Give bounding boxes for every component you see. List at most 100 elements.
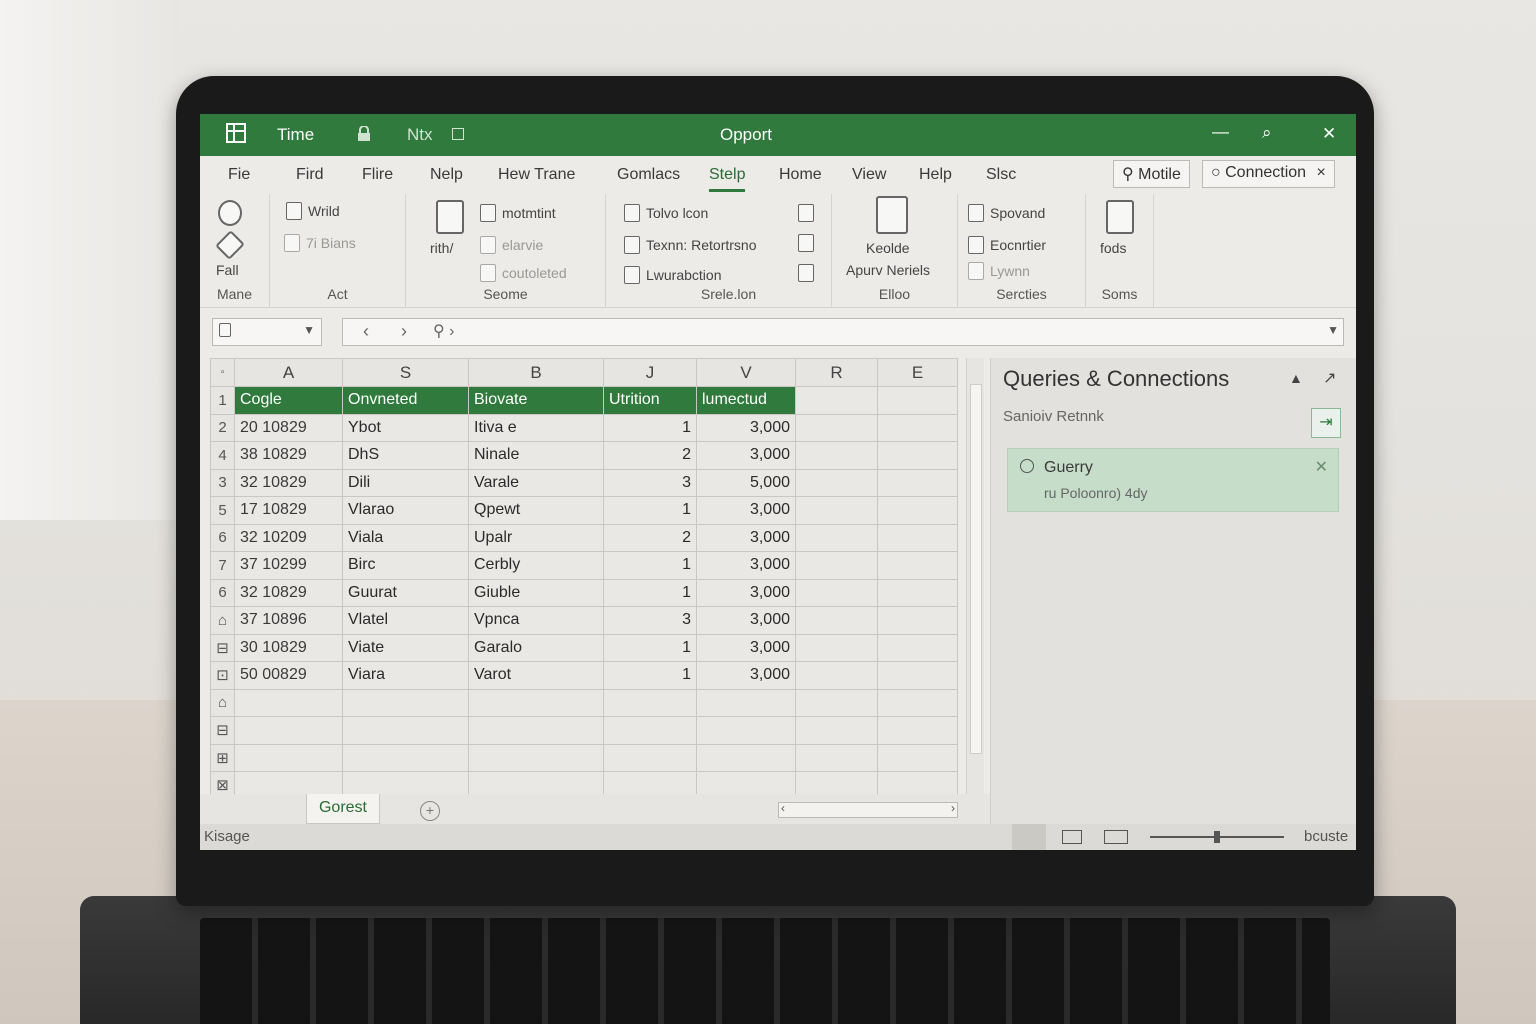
table-cell[interactable]: 37 10896 [234, 606, 343, 635]
empty-cell[interactable] [877, 468, 958, 497]
sheet-tab[interactable]: Gorest [306, 794, 380, 824]
row-header[interactable]: 6 [210, 578, 235, 607]
empty-cell[interactable] [795, 496, 878, 525]
search-button[interactable]: ⚲ Motile [1113, 160, 1190, 188]
table-cell[interactable]: Itiva e [468, 413, 604, 442]
texnn-button[interactable]: Texnn: Retortrsno [624, 236, 757, 254]
row-header[interactable]: ⌂ [210, 606, 235, 635]
fods-button[interactable]: fods [1100, 240, 1126, 256]
function-icon[interactable]: ⚲ › [433, 321, 455, 341]
empty-cell[interactable] [877, 578, 958, 607]
table-cell[interactable]: 32 10829 [234, 578, 343, 607]
tolvo-icon-button[interactable]: Tolvo lcon [624, 204, 708, 222]
motmtint-button[interactable]: motmtint [480, 204, 556, 222]
empty-cell[interactable] [877, 743, 958, 772]
table-cell[interactable]: Dili [342, 468, 469, 497]
table-cell[interactable]: 1 [603, 413, 697, 442]
empty-cell[interactable] [877, 716, 958, 745]
column-header[interactable]: R [795, 358, 878, 387]
query-name[interactable]: Guerry [1044, 459, 1093, 477]
refresh-icon[interactable]: ⇥ [1311, 408, 1341, 438]
table-cell[interactable]: Vlarao [342, 496, 469, 525]
table-cell[interactable]: 32 10829 [234, 468, 343, 497]
tab-gomlacs[interactable]: Gomlacs [617, 166, 680, 184]
minimize-button[interactable]: — [1212, 122, 1229, 142]
page-break-icon[interactable] [1104, 830, 1128, 844]
empty-cell[interactable] [795, 661, 878, 690]
row-header[interactable]: ⊟ [210, 633, 235, 662]
header-cell[interactable]: Cogle [234, 386, 343, 415]
close-button[interactable]: ✕ [1322, 124, 1336, 144]
table-cell[interactable]: Vlatel [342, 606, 469, 635]
table-cell[interactable]: 17 10829 [234, 496, 343, 525]
collapse-icon[interactable]: ▲ [1289, 370, 1303, 386]
row-header[interactable]: ⊞ [210, 743, 235, 772]
add-sheet-icon[interactable]: + [420, 801, 440, 821]
rith-button[interactable]: rith/ [430, 240, 453, 256]
empty-cell[interactable] [795, 633, 878, 662]
table-cell[interactable]: 1 [603, 633, 697, 662]
empty-cell[interactable] [795, 441, 878, 470]
row-header[interactable]: ⊡ [210, 661, 235, 690]
header-cell[interactable]: Utrition [603, 386, 697, 415]
title-tab-ntx[interactable]: Ntx [407, 125, 433, 145]
tab-slsc[interactable]: Slsc [986, 166, 1016, 184]
table-cell[interactable]: 1 [603, 661, 697, 690]
title-tab-time[interactable]: Time [277, 125, 314, 145]
tab-view[interactable]: View [852, 166, 886, 184]
table-cell[interactable]: Birc [342, 551, 469, 580]
vertical-scrollbar[interactable] [966, 358, 984, 794]
scroll-right-icon[interactable]: › [951, 801, 955, 815]
empty-cell[interactable] [696, 688, 796, 717]
table-cell[interactable]: Vpnca [468, 606, 604, 635]
empty-cell[interactable] [342, 688, 469, 717]
table-cell[interactable]: Varale [468, 468, 604, 497]
empty-cell[interactable] [234, 688, 343, 717]
connection-close-icon[interactable]: × [1317, 164, 1326, 181]
apurv-neriels-button[interactable]: Apurv Neriels [846, 262, 930, 278]
empty-cell[interactable] [877, 441, 958, 470]
connection-button[interactable]: ○ Connection × [1202, 160, 1335, 188]
empty-cell[interactable] [696, 716, 796, 745]
row-header[interactable]: 3 [210, 468, 235, 497]
table-cell[interactable]: 3 [603, 606, 697, 635]
select-all-corner[interactable]: ▫ [210, 358, 235, 387]
table-cell[interactable]: 3,000 [696, 523, 796, 552]
horizontal-scrollbar[interactable]: ‹ › [778, 801, 958, 818]
empty-cell[interactable] [877, 688, 958, 717]
table-cell[interactable]: 3,000 [696, 633, 796, 662]
empty-cell[interactable] [603, 688, 697, 717]
table-cell[interactable]: Cerbly [468, 551, 604, 580]
tab-stelp[interactable]: Stelp [709, 166, 746, 192]
table-cell[interactable]: Viala [342, 523, 469, 552]
table-cell[interactable]: Ninale [468, 441, 604, 470]
name-box[interactable]: ▼ [212, 318, 322, 346]
table-cell[interactable]: 5,000 [696, 468, 796, 497]
row-header[interactable]: ⌂ [210, 688, 235, 717]
empty-cell[interactable] [795, 578, 878, 607]
empty-cell[interactable] [877, 551, 958, 580]
table-cell[interactable]: Upalr [468, 523, 604, 552]
tab-fie[interactable]: Fie [228, 166, 250, 184]
empty-cell[interactable] [795, 688, 878, 717]
query-card[interactable]: Guerry ru Poloonro) 4dy ✕ [1007, 448, 1339, 512]
chevron-down-icon[interactable]: ▼ [303, 323, 315, 337]
tab-flire[interactable]: Flire [362, 166, 393, 184]
lywnn-button[interactable]: Lywnn [968, 262, 1030, 280]
empty-cell[interactable] [234, 716, 343, 745]
header-cell[interactable]: Biovate [468, 386, 604, 415]
table-cell[interactable]: 3,000 [696, 441, 796, 470]
empty-cell[interactable] [795, 743, 878, 772]
table-cell[interactable]: 3,000 [696, 413, 796, 442]
fall-button[interactable]: Fall [216, 262, 239, 278]
zoom-slider-thumb[interactable] [1214, 831, 1220, 843]
table-cell[interactable]: 50 00829 [234, 661, 343, 690]
chevron-down-icon[interactable]: ▼ [1327, 323, 1339, 337]
table-cell[interactable]: 3,000 [696, 551, 796, 580]
table-cell[interactable]: Giuble [468, 578, 604, 607]
empty-cell[interactable] [603, 743, 697, 772]
empty-cell[interactable] [795, 606, 878, 635]
table-cell[interactable]: Qpewt [468, 496, 604, 525]
table-cell[interactable]: 1 [603, 578, 697, 607]
scroll-left-icon[interactable]: ‹ [781, 801, 785, 815]
